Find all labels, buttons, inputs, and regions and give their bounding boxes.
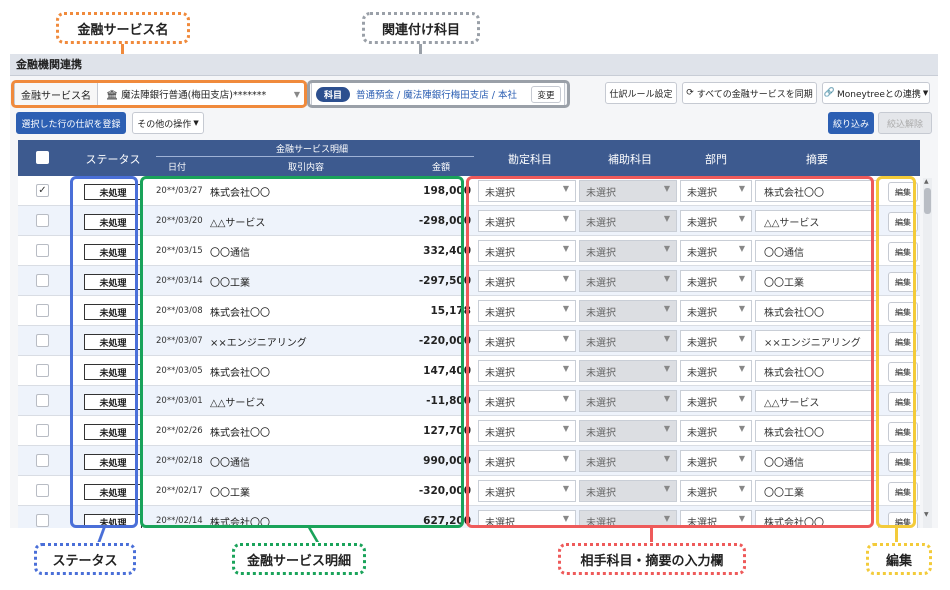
row-checkbox[interactable] [36,304,49,317]
callout-service-detail: 金融サービス明細 [232,543,366,575]
callout-input-area: 相手科目・摘要の入力欄 [558,543,746,575]
page-title: 金融機関連携 [10,54,938,76]
scroll-up-icon[interactable]: ▲ [924,178,929,185]
leader-line [895,528,898,542]
highlight-service-name [11,80,307,108]
leader-line [97,528,106,542]
leader-line [307,528,320,542]
header-amount: 金額 [432,163,451,173]
header-detail-group: 金融サービス明細 [275,145,348,155]
row-checkbox[interactable] [36,214,49,227]
header-date: 日付 [168,163,187,173]
header-memo: 摘要 [806,153,828,166]
highlight-status [70,176,138,528]
link-icon: 🔗 [823,88,835,98]
row-checkbox[interactable] [36,364,49,377]
moneytree-button[interactable]: 🔗 Moneytreeとの連携 ▼ [822,82,930,104]
other-ops-button[interactable]: その他の操作 ▼ [132,112,204,134]
header-description: 取引内容 [288,163,325,173]
row-checkbox[interactable]: ✓ [36,184,49,197]
moneytree-label: Moneytreeとの連携 [836,89,921,100]
row-checkbox[interactable] [36,244,49,257]
chevron-down-icon: ▼ [922,89,929,97]
highlight-input-area [466,176,874,528]
scroll-down-icon[interactable]: ▼ [924,511,929,518]
chevron-down-icon: ▼ [193,119,199,127]
highlight-linked-account [307,80,570,108]
sync-all-label: すべての金融サービスを同期 [696,89,813,100]
rule-setting-button[interactable]: 仕訳ルール設定 [605,82,677,104]
row-checkbox[interactable] [36,514,49,527]
header-sub-account: 補助科目 [608,153,652,166]
callout-service-name: 金融サービス名 [56,12,190,44]
callout-edit: 編集 [866,543,932,575]
filter-button[interactable]: 絞り込み [828,112,874,134]
other-ops-label: その他の操作 [137,119,192,130]
highlight-edit [876,176,916,528]
row-checkbox[interactable] [36,394,49,407]
row-checkbox[interactable] [36,424,49,437]
highlight-service-detail [140,176,464,528]
sync-icon: ⟳ [686,88,694,98]
table-header: ステータス 金融サービス明細 日付 取引内容 金額 勘定科目 補助科目 部門 摘… [18,140,920,176]
header-divider [156,156,474,157]
row-checkbox[interactable] [36,484,49,497]
scrollbar[interactable]: ▲ ▼ [923,178,932,528]
register-button[interactable]: 選択した行の仕訳を登録 [16,112,126,134]
sync-all-button[interactable]: ⟳ すべての金融サービスを同期 [682,82,817,104]
callout-linked-account: 関連付け科目 [362,12,480,44]
row-checkbox[interactable] [36,274,49,287]
select-all-checkbox[interactable] [36,151,49,164]
header-status: ステータス [85,153,141,166]
row-checkbox[interactable] [36,334,49,347]
callout-status: ステータス [34,543,136,575]
header-department: 部門 [705,153,727,166]
row-checkbox[interactable] [36,454,49,467]
header-account: 勘定科目 [508,153,552,166]
scroll-thumb[interactable] [924,188,931,214]
leader-line [650,528,653,542]
clear-filter-button[interactable]: 絞込解除 [878,112,932,134]
